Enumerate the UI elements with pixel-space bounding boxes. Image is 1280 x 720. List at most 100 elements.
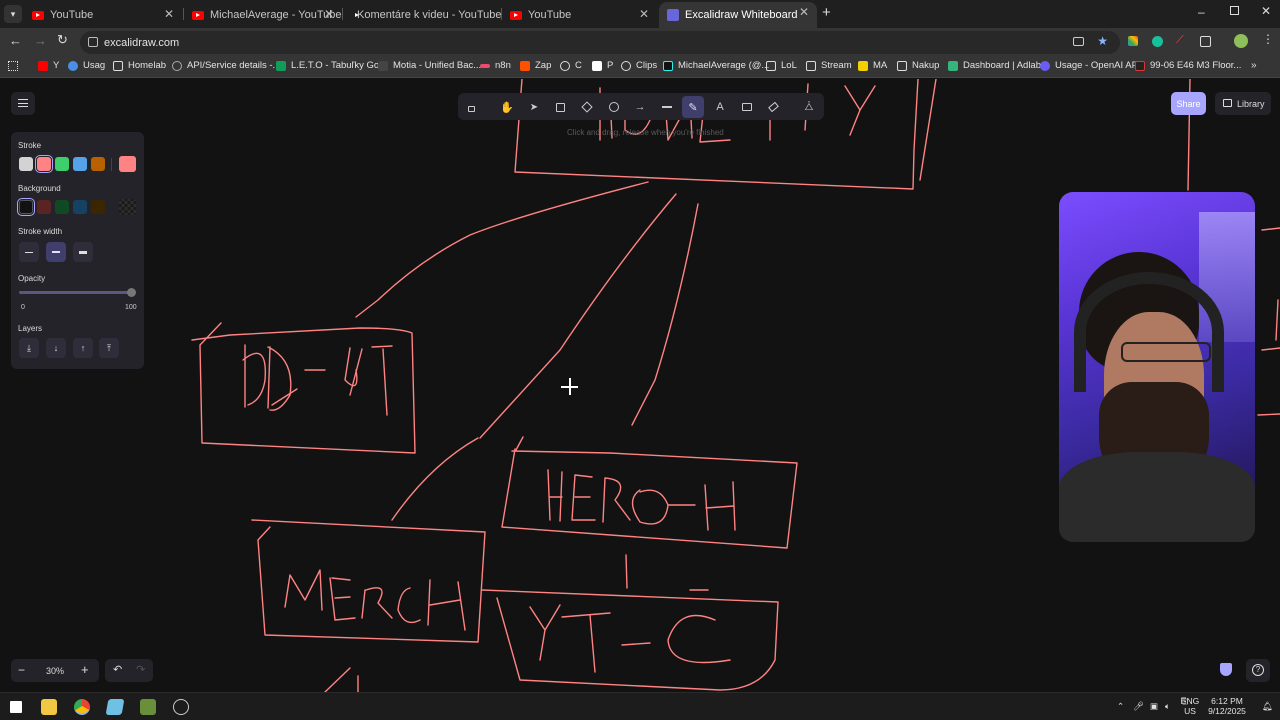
app-icon[interactable]	[173, 699, 189, 715]
image-tool-button[interactable]	[736, 96, 758, 118]
bookmark-item[interactable]: 99-06 E46 M3 Floor...	[1135, 60, 1241, 71]
close-tab-icon[interactable]: ✕	[639, 7, 649, 21]
background-color-swatch[interactable]	[17, 198, 35, 216]
send-backward-button[interactable]: ↓	[46, 338, 66, 358]
volume-icon[interactable]: 🔈︎	[1165, 701, 1170, 712]
app-icon[interactable]	[105, 699, 125, 715]
app-icon[interactable]	[140, 699, 156, 715]
arrow-tool-button[interactable]: →	[629, 96, 651, 118]
bring-forward-button[interactable]: ↑	[73, 338, 93, 358]
tab-comments[interactable]: Komentáre k videu - YouTube S	[343, 4, 501, 26]
avatar[interactable]	[1234, 34, 1248, 48]
bookmark-item[interactable]: C	[560, 60, 582, 71]
address-bar[interactable]: excalidraw.com ★	[80, 31, 1120, 54]
restore-window-button[interactable]	[1230, 6, 1239, 15]
bookmark-item[interactable]: Dashboard | Adlab	[948, 60, 1041, 71]
redo-icon[interactable]: ↷	[136, 663, 145, 676]
library-button[interactable]: Library	[1215, 92, 1271, 115]
bookmark-item[interactable]: Clips	[621, 60, 657, 71]
more-tools-button[interactable]: ⧊	[798, 96, 820, 118]
background-color-swatch[interactable]	[73, 200, 87, 214]
background-color-swatch[interactable]	[37, 200, 51, 214]
tab-youtube-1[interactable]: YouTube ✕	[24, 4, 182, 26]
apps-grid-icon[interactable]	[8, 61, 18, 71]
opacity-slider-thumb[interactable]	[127, 288, 136, 297]
send-to-back-button[interactable]: ⤓	[19, 338, 39, 358]
eraser-tool-button[interactable]	[762, 96, 784, 118]
chrome-icon[interactable]	[74, 699, 90, 715]
draw-tool-button[interactable]: ✎	[682, 96, 704, 118]
back-arrow-icon[interactable]: ←	[9, 33, 22, 48]
stroke-color-swatch[interactable]	[55, 157, 69, 171]
bookmark-star-icon[interactable]: ★	[1097, 34, 1108, 48]
stroke-width-extra-bold-button[interactable]	[73, 242, 93, 262]
clock[interactable]: 6:12 PM 9/12/2025	[1203, 696, 1251, 716]
bookmark-item[interactable]: Nakup	[897, 60, 939, 71]
reload-icon[interactable]: ↻	[57, 32, 68, 48]
opacity-slider[interactable]	[19, 291, 132, 294]
background-color-swatch[interactable]	[91, 200, 105, 214]
hand-tool-button[interactable]: ✋	[496, 96, 518, 118]
grammarly-icon[interactable]	[1152, 36, 1163, 47]
bookmark-item[interactable]: L.E.T.O - Tabuľky Go...	[276, 60, 387, 71]
ellipse-tool-button[interactable]	[603, 96, 625, 118]
bookmark-item[interactable]: n8n	[480, 60, 511, 71]
minimize-window-button[interactable]: –	[1198, 5, 1205, 19]
bookmark-item[interactable]: P	[592, 60, 613, 71]
bookmark-item[interactable]: Usag	[68, 60, 105, 71]
zoom-level[interactable]: 30%	[46, 666, 64, 676]
help-button[interactable]: ?	[1246, 659, 1270, 682]
language-indicator[interactable]: ENG US	[1180, 696, 1200, 716]
notifications-icon[interactable]: 🔔︎	[1262, 701, 1273, 712]
network-icon[interactable]: ▣	[1150, 701, 1158, 712]
close-window-button[interactable]: ✕	[1261, 4, 1271, 18]
tab-michaelaverage[interactable]: MichaelAverage - YouTube ✕	[184, 4, 342, 26]
zoom-out-button[interactable]: −	[18, 663, 25, 677]
close-tab-icon[interactable]: ✕	[799, 5, 809, 19]
file-explorer-icon[interactable]	[41, 699, 57, 715]
more-bookmarks-icon[interactable]: »	[1251, 60, 1257, 71]
browser-menu-icon[interactable]: ⋮	[1262, 32, 1274, 46]
bookmark-item[interactable]: Usage - OpenAI API	[1040, 60, 1141, 71]
close-tab-icon[interactable]: ✕	[164, 7, 174, 21]
bookmark-item[interactable]: Zap	[520, 60, 551, 71]
bookmark-item[interactable]: Motia - Unified Bac...	[378, 60, 481, 71]
current-background-color[interactable]	[119, 199, 136, 215]
stroke-color-swatch[interactable]	[19, 157, 33, 171]
microphone-icon[interactable]: 🎤︎	[1133, 701, 1144, 712]
stroke-color-swatch[interactable]	[91, 157, 105, 171]
stroke-color-swatch[interactable]	[35, 155, 53, 173]
bookmark-item[interactable]: Y	[38, 60, 59, 71]
bring-to-front-button[interactable]: ⤒	[99, 338, 119, 358]
lock-tool-button[interactable]	[460, 96, 482, 118]
main-menu-button[interactable]	[11, 92, 35, 115]
extensions-puzzle-icon[interactable]	[1200, 36, 1211, 47]
bookmark-item[interactable]: Homelab	[113, 60, 166, 71]
extension-icon[interactable]: ⟋	[1176, 34, 1184, 47]
tab-youtube-2[interactable]: YouTube ✕	[502, 4, 657, 26]
stroke-width-thin-button[interactable]	[19, 242, 39, 262]
rectangle-tool-button[interactable]	[549, 96, 571, 118]
forward-arrow-icon[interactable]: →	[34, 33, 47, 48]
undo-icon[interactable]: ↶	[113, 663, 122, 676]
selection-tool-button[interactable]: ➤	[523, 96, 545, 118]
stroke-color-swatch[interactable]	[73, 157, 87, 171]
stroke-width-bold-button[interactable]	[46, 242, 66, 262]
site-info-icon[interactable]	[88, 37, 98, 47]
close-tab-icon[interactable]: ✕	[324, 7, 334, 21]
tab-excalidraw[interactable]: Excalidraw Whiteboard ✕	[659, 2, 817, 28]
show-hidden-icons[interactable]: ⌃	[1117, 701, 1124, 712]
zoom-in-button[interactable]: +	[81, 662, 89, 677]
tab-search-button[interactable]: ▾	[4, 5, 22, 23]
diamond-tool-button[interactable]	[576, 96, 598, 118]
line-tool-button[interactable]	[656, 96, 678, 118]
extension-icon[interactable]	[1128, 36, 1138, 46]
share-button[interactable]: Share	[1171, 92, 1206, 115]
new-tab-button[interactable]: +	[822, 4, 831, 21]
bookmark-item[interactable]: MA	[858, 60, 887, 71]
bookmark-item[interactable]: LoL	[766, 60, 797, 71]
windows-start-icon[interactable]	[10, 701, 22, 713]
bookmark-item[interactable]: API/Service details -...	[172, 60, 280, 71]
text-tool-button[interactable]: A	[709, 96, 731, 118]
shield-check-icon[interactable]	[1220, 663, 1232, 676]
